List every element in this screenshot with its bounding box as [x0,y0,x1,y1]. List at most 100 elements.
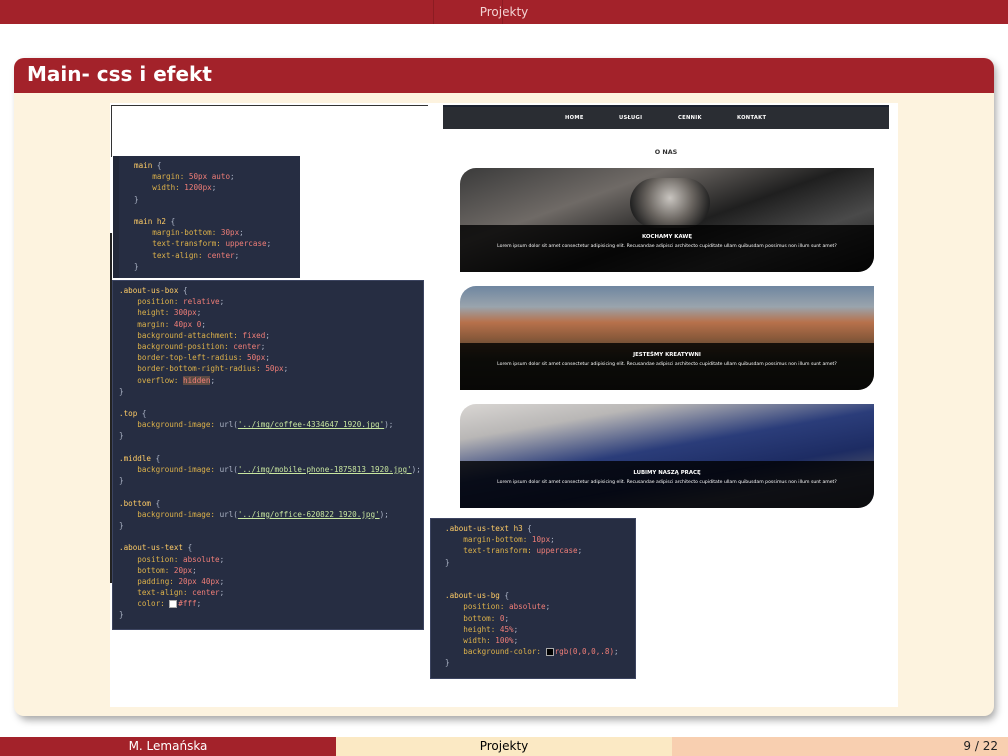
code-token: .middle [119,453,152,463]
header-bar: Projekty [0,0,1008,24]
nav-cennik[interactable]: CENNIK [678,115,702,121]
code-token: ; [577,546,583,556]
code-token: } [119,431,124,441]
code-token: text-transform: [445,546,537,556]
code-token: height: [445,624,500,634]
code-token: ; [283,364,289,374]
code-token: ; [239,228,244,238]
code-line: } [119,386,423,397]
code-token: uppercase [536,546,578,556]
code-token: 300px [173,308,197,318]
code-token: '../img/office-620822_1920.jpg' [237,509,380,519]
code-token: border-top-left-radius: [119,353,248,363]
code-token: .about-us-text h3 [445,524,523,533]
code-token: { [522,524,532,533]
code-line: text-align: center; [119,587,423,598]
code-token: ; [219,297,225,307]
code-token: url( [219,465,238,474]
code-line: height: 45%; [445,624,635,635]
code-token: ; [266,239,272,249]
code-token: center [233,341,261,351]
code-line: position: absolute; [445,601,635,612]
code-token: padding: [119,576,179,586]
code-token: center [207,250,235,260]
code-line: background-image: url('../img/office-620… [119,509,423,520]
code-line: } [445,657,635,668]
code-line: bottom: 20px; [119,565,423,576]
code-token: { [166,216,176,226]
code-token: { [183,543,193,553]
code-line: border-top-left-radius: 50px; [119,352,423,363]
code-token: 20px [173,565,193,575]
code-line: margin: 40px 0; [119,319,423,330]
block-header: Main- css i efekt [14,58,994,93]
code-token: } [445,557,450,567]
code-token: position: [119,554,184,564]
code-panel-main: main { margin: 50px auto; width: 1200px;… [113,156,300,278]
code-line: background-color: rgb(0,0,0,.8); [445,646,635,657]
code-token: 40px 0 [173,319,202,329]
code-token: border-bottom-right-radius: [119,364,266,374]
code-line: .about-us-text { [119,542,423,553]
code-line: text-transform: uppercase; [134,238,300,249]
screenshot-collage: main { margin: 50px auto; width: 1200px;… [110,103,898,707]
code-token: '../img/mobile-phone-1875813_1920.jpg' [237,465,412,474]
code-line: .about-us-text h3 { [445,523,635,534]
code-token: } [119,520,124,530]
code-line: text-transform: uppercase; [445,545,635,556]
code-token: { [499,591,510,601]
footer-title: Projekty [336,737,672,756]
code-token: color: [119,599,170,609]
card-title: KOCHAMY KAWĘ [641,234,693,240]
code-token: ; [513,635,519,645]
website-preview: HOME USŁUGI CENNIK KONTAKT O NAS KOCHAMY… [443,105,889,513]
code-token: margin-bottom: [445,535,532,545]
nav-kontakt[interactable]: KONTAKT [737,115,766,121]
code-token: } [134,261,139,271]
code-token: ; [192,565,197,575]
code-token: ; [201,319,206,329]
code-line: text-align: center; [134,250,300,261]
code-token: { [178,286,188,295]
code-line: main h2 { [134,216,300,227]
code-line: .bottom { [119,498,423,509]
code-line: background-image: url('../img/coffee-433… [119,419,423,430]
code-token: ; [219,576,225,586]
code-token: { [137,409,147,419]
code-token: absolute [183,554,220,564]
code-token: #fff [178,599,197,609]
card-title: LUBIMY NASZĄ PRACĘ [633,470,701,476]
code-token: ; [234,250,240,260]
code-token: ; [196,308,202,318]
code-token: ; [265,353,270,363]
code-token: ; [230,172,235,182]
code-token: text-align: [119,588,193,598]
footer-page-box: 9 / 22 [672,737,1008,756]
code-token: bottom: [445,613,500,623]
code-token: ; [196,599,202,609]
code-line: background-position: center; [119,341,423,352]
nav-home[interactable]: HOME [565,115,584,121]
code-token: } [134,194,139,204]
code-token: } [119,386,124,396]
code-line: background-image: url('../img/mobile-pho… [119,464,423,475]
code-token: background-color: [445,647,546,657]
slide-block: Main- css i efekt main { margin: 50px au… [14,58,994,716]
section-heading: O NAS [654,148,678,156]
frame-title: Main- css i efekt [27,62,212,86]
code-token: } [445,658,450,668]
nav-uslugi[interactable]: USŁUGI [619,115,642,121]
footer-page-number: 9 / 22 [963,739,998,753]
code-token: ; [504,613,510,623]
code-line: bottom: 0; [445,613,635,624]
code-token: .about-us-box [119,286,179,295]
code-token: ); [411,465,421,474]
code-token: 45% [499,624,514,634]
site-navbar: HOME USŁUGI CENNIK KONTAKT [443,105,889,129]
header-title[interactable]: Projekty [0,0,1008,24]
collage-top-rule [112,105,428,106]
code-line: border-bottom-right-radius: 50px; [119,363,423,374]
code-token: background-image: [119,509,220,519]
